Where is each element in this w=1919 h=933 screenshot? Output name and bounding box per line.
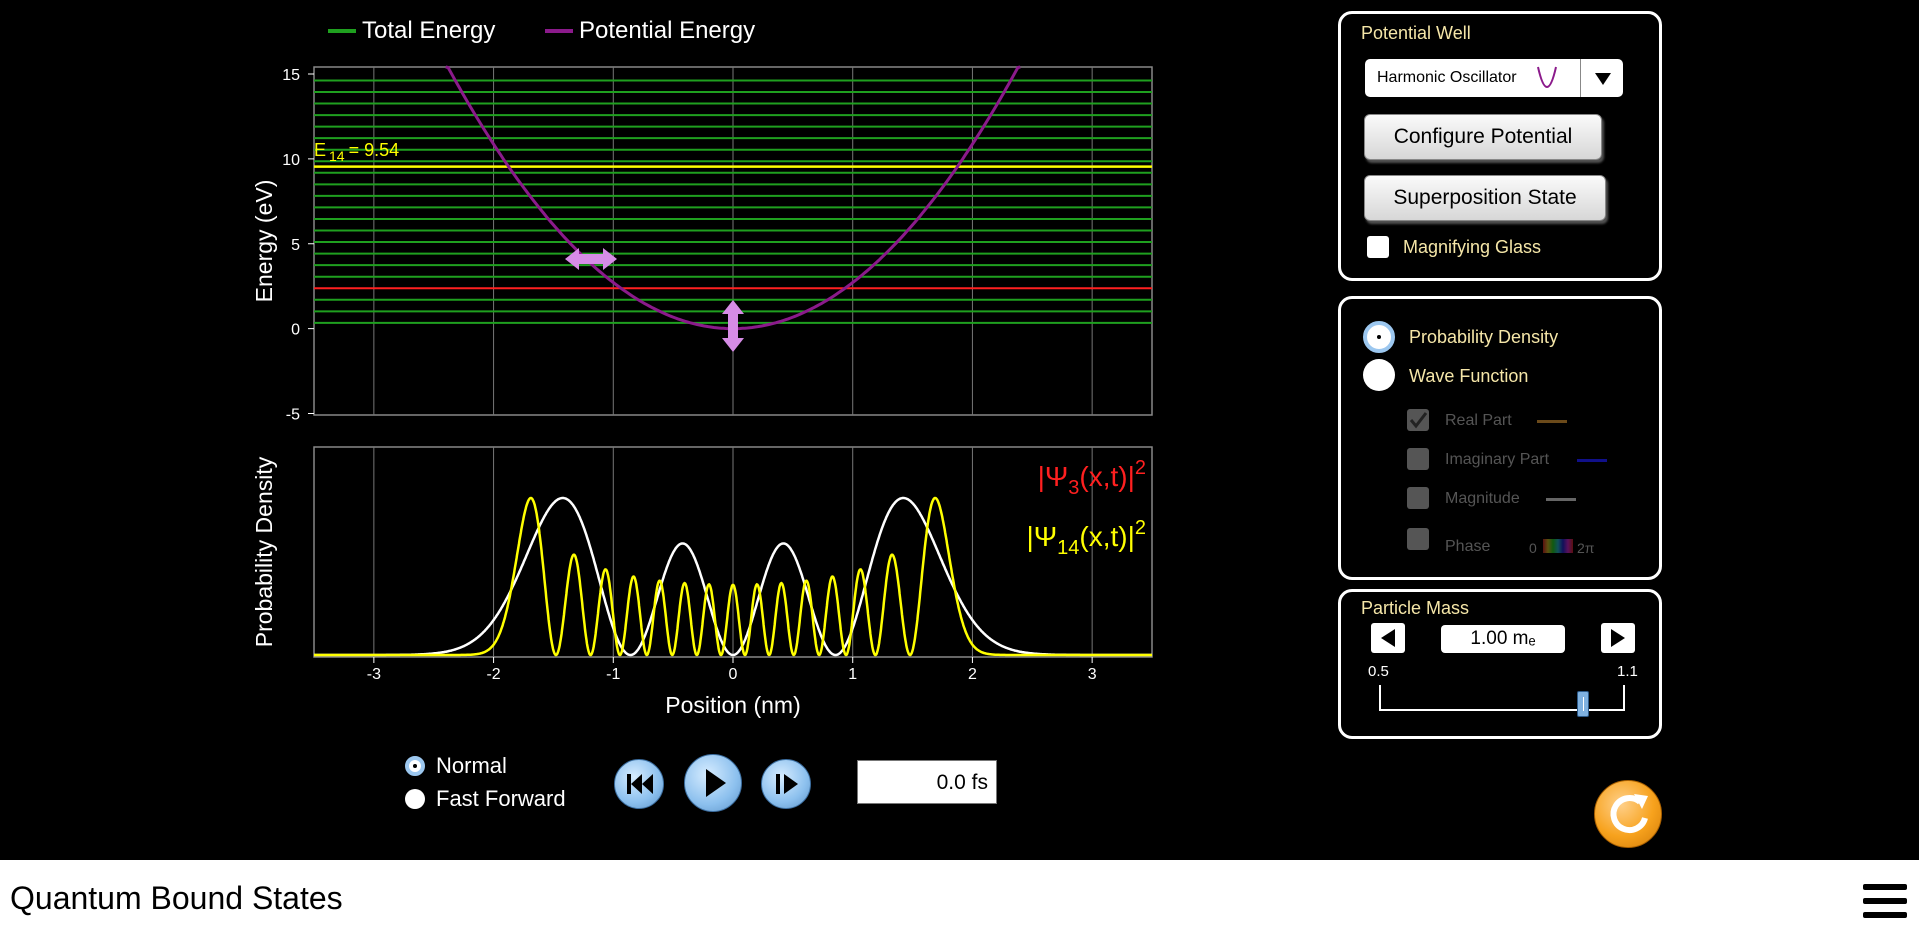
x-tick-label: -3 <box>367 666 381 683</box>
mass-value: 1.00 mₑ <box>1470 628 1536 649</box>
speed-normal-label: Normal <box>436 753 507 778</box>
check-icon <box>1409 412 1428 429</box>
probability-density-radio[interactable] <box>1363 321 1395 353</box>
chevron-down-icon <box>1595 73 1611 85</box>
speed-fast-forward-label: Fast Forward <box>436 786 566 811</box>
play-button[interactable] <box>684 754 742 812</box>
time-value: 0.0 fs <box>936 771 988 794</box>
mass-slider-thumb[interactable] <box>1577 691 1590 717</box>
phase-colorbar <box>1543 539 1573 553</box>
reset-arrow-icon <box>1610 794 1648 834</box>
hamburger-icon <box>1863 882 1907 922</box>
x-tick-label: 0 <box>729 666 738 683</box>
imaginary-part-checkbox[interactable] <box>1407 448 1429 470</box>
magnifying-glass-label: Magnifying Glass <box>1403 237 1542 257</box>
menu-button[interactable] <box>1863 882 1907 922</box>
x-tick-label: 2 <box>968 666 977 683</box>
x-tick-label: 1 <box>848 666 857 683</box>
y-tick-label: 10 <box>282 152 300 169</box>
mass-max-label: 1.1 <box>1617 663 1638 680</box>
density-y-label: Probability Density <box>251 456 277 647</box>
potential-well-title: Potential Well <box>1361 23 1471 43</box>
speed-normal-radio[interactable] <box>405 756 425 776</box>
y-tick-label: 0 <box>291 322 300 339</box>
mass-increment-button[interactable] <box>1601 623 1635 653</box>
real-part-label: Real Part <box>1445 412 1512 429</box>
superposition-state-button[interactable]: Superposition State <box>1364 175 1606 221</box>
radio-dot <box>1377 335 1381 339</box>
wave-function-label: Wave Function <box>1409 366 1529 386</box>
triangle-left-icon <box>1381 629 1395 647</box>
step-forward-icon <box>776 774 798 794</box>
slider-left-stop <box>1379 685 1381 711</box>
potential-type-combo[interactable]: Harmonic Oscillator <box>1365 59 1623 97</box>
phase-max-label: 2π <box>1577 540 1595 556</box>
density-plot: -3 -2 -1 0 1 2 3 Position (nm) Probability Den… <box>251 446 1153 718</box>
imaginary-part-label: Imaginary Part <box>1445 451 1550 468</box>
harmonic-well-icon <box>1537 66 1557 88</box>
magnifying-glass-checkbox[interactable] <box>1367 236 1389 258</box>
view-options-panel: Probability Density Wave Function Real P… <box>1338 296 1662 580</box>
slider-right-stop <box>1623 685 1625 711</box>
play-icon <box>706 769 726 797</box>
step-back-button[interactable] <box>614 759 664 809</box>
imaginary-part-swatch <box>1577 459 1607 462</box>
combo-divider <box>1580 59 1581 97</box>
phase-checkbox[interactable] <box>1407 528 1429 550</box>
energy-y-ticks: 15 10 5 0 -5 <box>282 67 314 424</box>
thumb-grip <box>1583 697 1585 711</box>
mass-min-label: 0.5 <box>1368 663 1389 680</box>
simulation-stage: Total Energy Potential Energy 15 10 5 0 -5 E… <box>0 0 1919 860</box>
x-tick-label: -1 <box>606 666 620 683</box>
y-tick-label: -5 <box>286 407 300 424</box>
step-back-icon <box>627 774 653 794</box>
particle-mass-title: Particle Mass <box>1361 598 1470 618</box>
reset-button[interactable] <box>1594 780 1662 848</box>
configure-potential-button[interactable]: Configure Potential <box>1364 114 1602 160</box>
time-readout: 0.0 fs <box>857 760 997 804</box>
real-part-swatch <box>1537 420 1567 423</box>
position-x-label: Position (nm) <box>665 692 800 718</box>
x-tick-label: 3 <box>1088 666 1097 683</box>
mass-slider-track[interactable] <box>1379 685 1625 717</box>
phase-min-label: 0 <box>1529 540 1537 556</box>
step-forward-button[interactable] <box>761 759 811 809</box>
energy-plot: 151050-5 E 14 = 9.54 Energy (eV) <box>251 65 1153 424</box>
y-tick-label: 5 <box>291 237 300 254</box>
radio-dot <box>413 764 417 768</box>
speed-fast-forward-radio[interactable] <box>405 789 425 809</box>
energy-y-label: Energy (eV) <box>251 180 277 303</box>
magnitude-checkbox[interactable] <box>1407 487 1429 509</box>
magnitude-swatch <box>1546 498 1576 501</box>
x-tick-label: -2 <box>486 666 500 683</box>
probability-density-label: Probability Density <box>1409 327 1559 347</box>
potential-well-panel: Potential Well Harmonic Oscillator Confi… <box>1338 11 1662 281</box>
triangle-right-icon <box>1611 629 1625 647</box>
real-part-checkbox[interactable] <box>1407 409 1429 431</box>
position-x-ticks: -3 -2 -1 0 1 2 3 <box>367 657 1097 683</box>
app-title: Quantum Bound States <box>10 880 343 916</box>
particle-mass-panel: Particle Mass 1.00 mₑ 0.5 1.1 <box>1338 589 1662 739</box>
mass-value-display: 1.00 mₑ <box>1441 625 1565 653</box>
mass-decrement-button[interactable] <box>1371 623 1405 653</box>
phase-label: Phase <box>1445 538 1491 555</box>
y-tick-label: 15 <box>282 67 300 84</box>
potential-type-value: Harmonic Oscillator <box>1377 69 1517 86</box>
wave-function-radio[interactable] <box>1363 359 1395 391</box>
navigation-bar: Quantum Bound States <box>0 860 1919 933</box>
magnitude-label: Magnitude <box>1445 490 1520 507</box>
